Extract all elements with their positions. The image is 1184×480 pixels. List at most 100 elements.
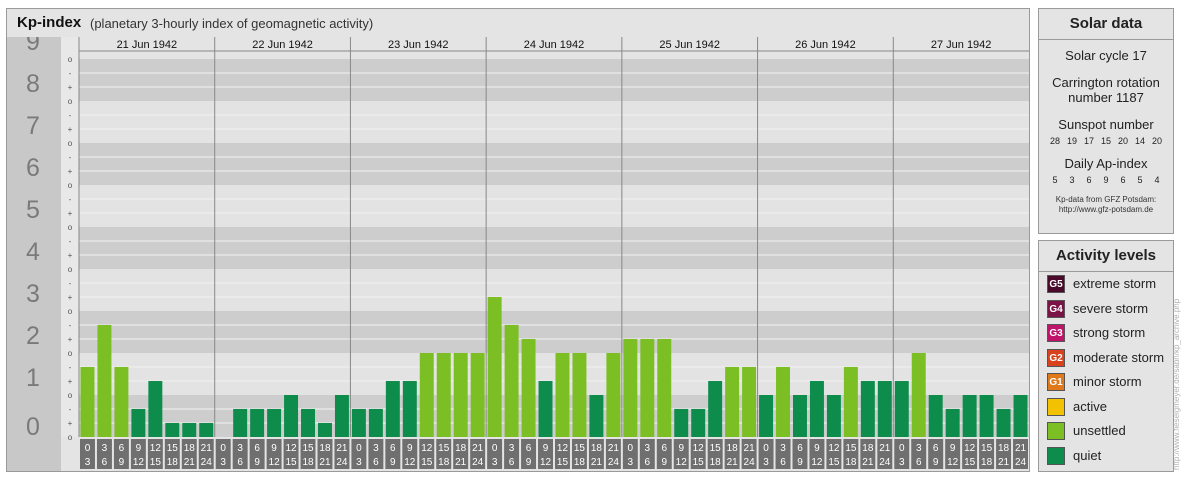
y-subtick-label: o xyxy=(68,223,73,232)
sunspot-values: 28 19 17 15 20 14 20 xyxy=(1039,136,1173,146)
level-label: quiet xyxy=(1073,447,1102,463)
kp-bar xyxy=(318,423,332,437)
level-label: unsettled xyxy=(1073,423,1126,438)
time-end-label: 3 xyxy=(899,457,905,468)
y-subtick-label: o xyxy=(68,433,73,442)
y-subtick-label: + xyxy=(68,209,73,218)
sunspot-value-0: 28 xyxy=(1049,136,1060,146)
kp-bar xyxy=(945,408,960,437)
time-end-label: 15 xyxy=(421,457,433,468)
kp-band-3 xyxy=(79,269,1029,311)
y-subtick-label: o xyxy=(68,55,73,64)
y-tick-label: 0 xyxy=(26,413,40,441)
kp-bar xyxy=(182,423,197,437)
kp-band-6 xyxy=(79,143,1029,185)
time-start-label: 21 xyxy=(744,443,756,454)
ap-value-3: 9 xyxy=(1103,175,1109,185)
time-start-label: 3 xyxy=(509,443,515,454)
date-label: 26 Jun 1942 xyxy=(795,39,856,51)
y-tick-label: 7 xyxy=(26,112,40,140)
time-end-label: 24 xyxy=(336,457,348,468)
time-end-label: 9 xyxy=(526,457,532,468)
kp-bar xyxy=(233,408,248,437)
time-end-label: 18 xyxy=(574,457,586,468)
time-end-label: 21 xyxy=(998,457,1010,468)
y-subtick-label: - xyxy=(69,237,72,246)
level-swatch: G3 xyxy=(1047,324,1065,342)
credit-link[interactable]: http://www.gfz-potsdam.de xyxy=(1039,205,1173,215)
time-end-label: 21 xyxy=(184,457,196,468)
kp-bar xyxy=(470,353,485,437)
ap-values: 5 3 6 9 6 5 4 xyxy=(1039,175,1173,185)
time-end-label: 21 xyxy=(727,457,739,468)
time-end-label: 3 xyxy=(492,457,498,468)
time-end-label: 12 xyxy=(133,457,145,468)
kp-bar xyxy=(114,366,129,437)
y-subtick-label: - xyxy=(69,405,72,414)
kp-bar xyxy=(504,324,519,437)
level-swatch: G2 xyxy=(1047,348,1065,367)
kp-bar xyxy=(572,353,587,437)
kp-bar xyxy=(860,381,875,437)
ap-value-4: 6 xyxy=(1120,175,1126,185)
time-end-label: 15 xyxy=(150,457,162,468)
time-start-label: 9 xyxy=(407,443,413,454)
level-swatch: G1 xyxy=(1047,373,1065,391)
time-end-label: 21 xyxy=(319,457,331,468)
time-start-label: 3 xyxy=(645,443,651,454)
level-label: active xyxy=(1073,398,1107,414)
sunspot-value-4: 20 xyxy=(1117,136,1128,146)
date-label: 27 Jun 1942 xyxy=(931,39,992,51)
time-end-label: 15 xyxy=(285,457,297,468)
time-end-label: 6 xyxy=(102,457,108,468)
time-end-label: 12 xyxy=(947,457,959,468)
kp-bar xyxy=(436,353,451,437)
kp-bar xyxy=(996,408,1011,437)
time-start-label: 12 xyxy=(964,443,976,454)
kp-chart-panel: Kp-index (planetary 3-hourly index of ge… xyxy=(6,8,1030,472)
time-start-label: 3 xyxy=(102,443,108,454)
time-start-label: 18 xyxy=(727,443,739,454)
time-end-label: 21 xyxy=(455,457,467,468)
time-start-label: 9 xyxy=(678,443,684,454)
level-swatch: G5 xyxy=(1047,275,1065,293)
time-start-label: 0 xyxy=(899,443,905,454)
kp-bar xyxy=(80,366,95,437)
y-subtick-label: + xyxy=(68,125,73,134)
carrington-line2: number 1187 xyxy=(1068,90,1144,105)
time-start-label: 6 xyxy=(254,443,260,454)
kp-bar xyxy=(606,353,621,437)
level-swatch xyxy=(1047,446,1065,465)
date-label: 24 Jun 1942 xyxy=(524,39,585,51)
kp-bar xyxy=(521,339,536,437)
kp-bar xyxy=(97,324,112,437)
time-end-label: 6 xyxy=(780,457,786,468)
time-start-label: 18 xyxy=(319,443,331,454)
solar-data-title: Solar data xyxy=(1039,9,1173,40)
kp-bar xyxy=(284,395,299,437)
time-start-label: 3 xyxy=(237,443,243,454)
y-subtick-label: o xyxy=(68,265,73,274)
kp-bar xyxy=(725,366,740,437)
time-end-label: 24 xyxy=(472,457,484,468)
time-start-label: 6 xyxy=(119,443,125,454)
y-subtick-label: - xyxy=(69,69,72,78)
chart-subtitle: (planetary 3-hourly index of geomagnetic… xyxy=(90,16,374,31)
y-subtick-label: o xyxy=(68,181,73,190)
y-subtick-label: + xyxy=(68,251,73,260)
y-subtick-label: - xyxy=(69,279,72,288)
time-end-label: 6 xyxy=(373,457,379,468)
time-end-label: 15 xyxy=(557,457,569,468)
kp-band-4 xyxy=(79,227,1029,269)
time-end-label: 9 xyxy=(797,457,803,468)
y-tick-label: 1 xyxy=(26,364,40,392)
kp-chart: 21 Jun 1942 22 Jun 1942 23 Jun 1942 24 Jun … xyxy=(7,37,1029,471)
time-end-label: 3 xyxy=(220,457,226,468)
time-end-label: 12 xyxy=(540,457,552,468)
date-label: 23 Jun 1942 xyxy=(388,39,449,51)
time-start-label: 12 xyxy=(828,443,840,454)
y-subtick-label: - xyxy=(69,363,72,372)
y-tick-label: 8 xyxy=(26,70,40,98)
time-start-label: 3 xyxy=(373,443,379,454)
kp-bar xyxy=(826,395,841,437)
